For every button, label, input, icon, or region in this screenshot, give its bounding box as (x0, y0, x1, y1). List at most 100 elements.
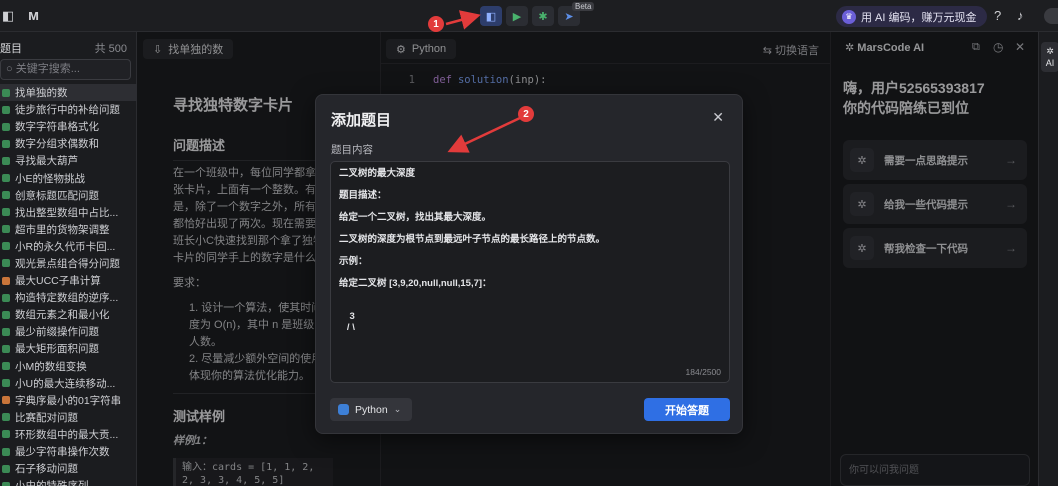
sidebar-item-label: 小由的特殊序列... (15, 478, 97, 486)
sidebar-item[interactable]: 创意标题匹配问题 (0, 187, 137, 204)
beta-badge: Beta (572, 2, 595, 11)
text-line (339, 223, 721, 234)
sidebar-item-label: 环形数组中的最大贡... (15, 428, 119, 441)
sidebar-item[interactable]: 找出整型数组中占比... (0, 204, 137, 221)
language-select-label: Python (355, 403, 388, 416)
status-square-icon (2, 310, 10, 319)
text-line: 题目描述： (339, 190, 387, 201)
sidebar-item-label: 寻找最大葫芦 (15, 155, 78, 168)
sidebar-item[interactable]: 小U的最大连续移动... (0, 375, 137, 392)
sidebar-item[interactable]: 最少字符串操作次数 (0, 443, 137, 460)
text-line: / \ (339, 322, 355, 333)
problem-content-textarea[interactable]: 二叉树的最大深度 题目描述： 给定一个二叉树，找出其最大深度。 二叉树的深度为根节点到… (330, 161, 730, 383)
sidebar-item-label: 小R的永久代币卡回... (15, 240, 116, 253)
text-line: 3 (339, 311, 355, 322)
crown-icon: ♛ (842, 9, 856, 24)
status-square-icon (2, 464, 10, 473)
sidebar-item[interactable]: 小E的怪物挑战 (0, 169, 137, 186)
bell-icon[interactable]: ♪ (1017, 9, 1024, 22)
status-square-icon (2, 481, 10, 486)
top-bar: ◧ ᴍ ◧ ▶ ✱ ➤ Beta ♛ 用 AI 编码，赚万元现金 ? ♪ (0, 0, 1058, 32)
python-icon (338, 404, 349, 415)
sidebar-item[interactable]: 字典序最小的01字符串 (0, 392, 137, 409)
text-line (339, 267, 721, 278)
language-select[interactable]: Python ⌄ (330, 398, 412, 421)
sidebar-item[interactable]: 找单独的数 (0, 84, 137, 102)
debug-button[interactable]: ✱ (532, 6, 554, 26)
search-input[interactable]: ○ 关键字搜索... (0, 59, 131, 80)
sidebar-item-label: 最少字符串操作次数 (15, 446, 110, 459)
avatar[interactable] (1044, 8, 1058, 24)
sidebar-toggle-icon[interactable]: ◧ (2, 9, 14, 22)
textarea-content: 二叉树的最大深度 题目描述： 给定一个二叉树，找出其最大深度。 二叉树的深度为根节点到… (339, 168, 721, 333)
status-square-icon (2, 447, 10, 456)
text-line: 二叉树的最大深度 (339, 168, 416, 179)
text-line (339, 289, 721, 300)
annotation-marker-2: 2 (518, 106, 534, 122)
sidebar-item-label: 创意标题匹配问题 (15, 189, 99, 202)
sidebar-item[interactable]: 观光景点组合得分问题 (0, 255, 137, 272)
sidebar-item-label: 最大UCC子串计算 (15, 275, 101, 288)
sidebar-item[interactable]: 徒步旅行中的补给问题 (0, 101, 137, 118)
sidebar-item[interactable]: 构造特定数组的逆序... (0, 289, 137, 306)
sidebar-item-label: 找出整型数组中占比... (15, 206, 119, 219)
status-square-icon (2, 122, 10, 131)
sidebar-title: 题目 (0, 43, 22, 55)
sidebar-item[interactable]: 最少前缀操作问题 (0, 323, 137, 340)
sidebar-item[interactable]: 石子移动问题 (0, 460, 137, 477)
close-icon[interactable]: ✕ (712, 109, 724, 126)
status-square-icon (2, 396, 10, 405)
text-line (339, 245, 721, 256)
text-line: 二叉树的深度为根节点到最远叶子节点的最长路径上的节点数。 (339, 234, 606, 245)
sidebar-item[interactable]: 环形数组中的最大贡... (0, 426, 137, 443)
status-square-icon (2, 276, 10, 285)
start-answer-button[interactable]: 开始答题 (644, 398, 730, 421)
status-square-icon (2, 156, 10, 165)
sidebar-item-label: 徒步旅行中的补给问题 (15, 104, 120, 117)
problem-list: 找单独的数徒步旅行中的补给问题 数字字符串格式化 数字分组求偶数和 寻找最大葫芦 小E的… (0, 84, 137, 486)
content-label: 题目内容 (331, 144, 373, 156)
sidebar-item-label: 石子移动问题 (15, 463, 78, 476)
status-square-icon (2, 344, 10, 353)
submit-button[interactable]: ◧ (480, 6, 502, 26)
status-square-icon (2, 413, 10, 422)
annotation-marker-1: 1 (428, 16, 444, 32)
sidebar-item-label: 比赛配对问题 (15, 411, 78, 424)
sidebar-item[interactable]: 数字分组求偶数和 (0, 135, 137, 152)
text-line (339, 179, 721, 190)
sidebar-item[interactable]: 最大UCC子串计算 (0, 272, 137, 289)
status-square-icon (2, 293, 10, 302)
sidebar-item-label: 数字字符串格式化 (15, 121, 99, 134)
sidebar-item-label: 数字分组求偶数和 (15, 138, 99, 151)
sidebar-item[interactable]: 数组元素之和最小化 (0, 306, 137, 323)
marscode-logo-icon[interactable]: ᴍ (28, 8, 39, 23)
sidebar-item-label: 小U的最大连续移动... (15, 377, 116, 390)
sidebar-item[interactable]: 超市里的货物架调整 (0, 221, 137, 238)
sidebar-item[interactable]: 寻找最大葫芦 (0, 152, 137, 169)
status-square-icon (2, 242, 10, 251)
text-line: 给定二叉树 [3,9,20,null,null,15,7]： (339, 278, 492, 289)
status-square-icon (2, 225, 10, 234)
sidebar-item[interactable]: 小R的永久代币卡回... (0, 238, 137, 255)
help-icon[interactable]: ? (994, 9, 1001, 22)
sidebar-item[interactable]: 小M的数组变换 (0, 358, 137, 375)
text-line (339, 300, 721, 311)
sidebar-item[interactable]: 最大矩形面积问题 (0, 340, 137, 357)
status-square-icon (2, 327, 10, 336)
status-square-icon (2, 191, 10, 200)
promo-banner[interactable]: ♛ 用 AI 编码，赚万元现金 (836, 6, 987, 27)
problem-count: 共 500 (94, 43, 127, 55)
run-button[interactable]: ▶ (506, 6, 528, 26)
sparkle-icon: ✲ (1046, 46, 1054, 56)
sidebar-item[interactable]: 数字字符串格式化 (0, 118, 137, 135)
status-square-icon (2, 362, 10, 371)
sidebar-item[interactable]: 比赛配对问题 (0, 409, 137, 426)
sidebar-item-label: 最少前缀操作问题 (15, 326, 99, 339)
sidebar-item-label: 超市里的货物架调整 (15, 223, 110, 236)
status-square-icon (2, 105, 10, 114)
problem-sidebar: 题目 共 500 ○ 关键字搜索... 找单独的数徒步旅行中的补给问题 数字字符串… (0, 32, 137, 486)
rail-ai-button[interactable]: ✲ AI (1041, 42, 1058, 72)
status-square-icon (2, 379, 10, 388)
sidebar-item[interactable]: 小由的特殊序列... (0, 477, 137, 486)
sidebar-item-label: 字典序最小的01字符串 (15, 394, 122, 407)
